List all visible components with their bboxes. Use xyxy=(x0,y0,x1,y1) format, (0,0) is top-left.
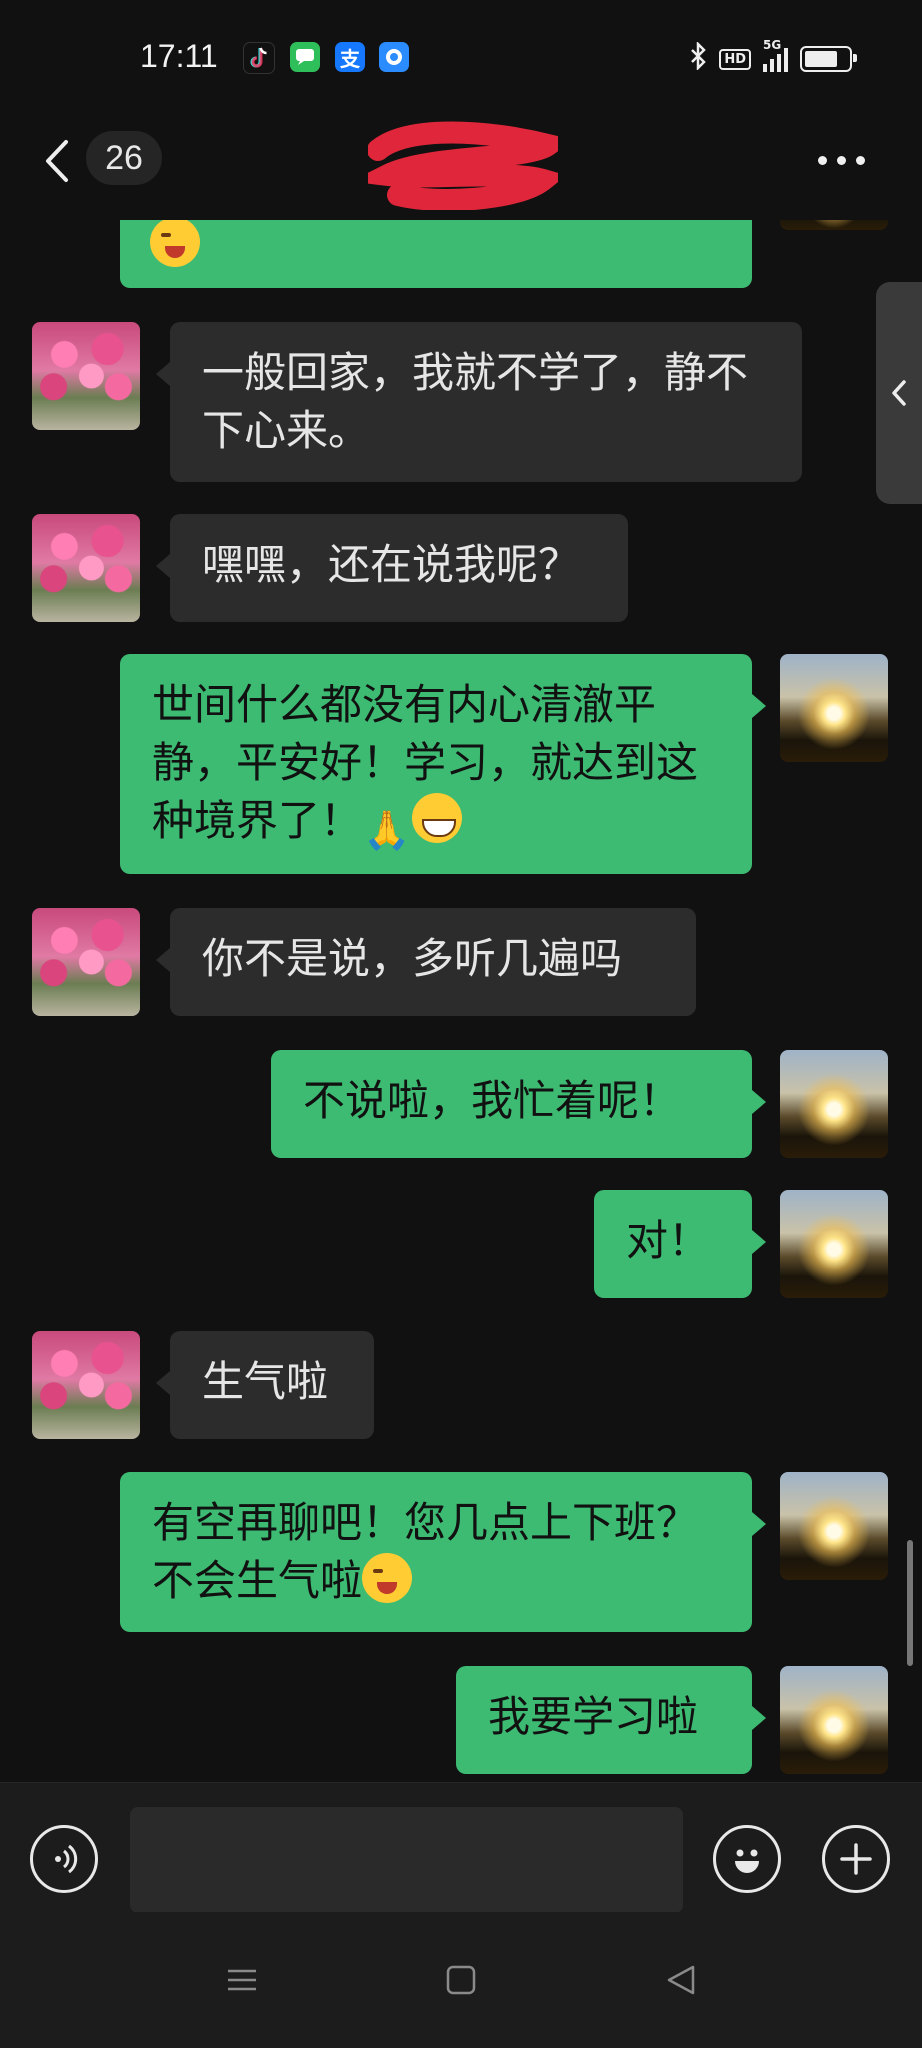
status-indicators: HD 5G xyxy=(689,38,857,76)
side-panel-handle[interactable] xyxy=(876,282,922,504)
message-bubble-incoming[interactable]: 生气啦 xyxy=(156,1331,374,1439)
contact-avatar[interactable] xyxy=(32,514,140,622)
message-bubble-outgoing[interactable]: 对！ xyxy=(594,1190,766,1298)
my-avatar[interactable] xyxy=(780,1190,888,1298)
message-text-input[interactable] xyxy=(130,1807,683,1913)
winking-emoji-icon xyxy=(362,1553,413,1603)
message-text: 你不是说，多听几遍吗 xyxy=(202,934,623,983)
message-bubble-outgoing[interactable] xyxy=(120,220,752,288)
alipay-icon: 支 xyxy=(335,42,365,72)
smiley-icon xyxy=(735,1849,759,1873)
battery-icon xyxy=(800,46,857,72)
browser-icon xyxy=(379,42,409,72)
status-time: 17:11 xyxy=(140,38,218,74)
message-bubble-incoming[interactable]: 一般回家，我就不学了，静不下心来。 xyxy=(156,322,802,482)
message-text: 对！ xyxy=(626,1216,711,1265)
message-text: 不说啦，我忙着呢！ xyxy=(303,1076,682,1125)
voice-icon xyxy=(55,1844,78,1874)
more-options-button[interactable] xyxy=(818,150,874,170)
message-bubble-outgoing[interactable]: 世间什么都没有内心清澈平静，平安好！学习，就达到这种境界了！🙏 xyxy=(120,654,766,874)
home-icon[interactable] xyxy=(443,1962,479,2002)
emoji-button[interactable] xyxy=(713,1825,781,1893)
message-bubble-incoming[interactable]: 嘿嘿，还在说我呢？ xyxy=(156,514,628,622)
chat-title-redacted xyxy=(350,120,574,211)
hd-badge: HD xyxy=(719,48,751,70)
chat-message-list[interactable]: 一般回家，我就不学了，静不下心来。 嘿嘿，还在说我呢？ 世间什么都没有内心清澈平… xyxy=(0,220,922,1782)
chevron-left-icon xyxy=(892,380,906,406)
plus-icon xyxy=(840,1843,872,1875)
messages-icon xyxy=(290,42,320,72)
network-label: 5G xyxy=(763,38,782,52)
praying-hands-emoji-icon: 🙏 xyxy=(363,808,411,852)
message-bubble-incoming[interactable]: 你不是说，多听几遍吗 xyxy=(156,908,696,1016)
my-avatar[interactable] xyxy=(780,1666,888,1774)
chat-scrollbar[interactable] xyxy=(907,1540,913,1666)
message-text: 一般回家，我就不学了，静不下心来。 xyxy=(202,348,749,455)
message-bubble-outgoing[interactable]: 有空再聊吧！您几点上下班？不会生气啦 xyxy=(120,1472,766,1632)
message-input-bar xyxy=(0,1782,922,1913)
winking-emoji-icon xyxy=(150,220,200,267)
menu-icon[interactable] xyxy=(224,1962,260,2002)
more-functions-button[interactable] xyxy=(822,1825,890,1893)
message-text: 我要学习啦 xyxy=(488,1692,699,1741)
message-text: 有空再聊吧！您几点上下班？不会生气啦 xyxy=(152,1498,699,1605)
voice-input-button[interactable] xyxy=(30,1825,98,1893)
contact-avatar[interactable] xyxy=(32,908,140,1016)
grinning-emoji-icon xyxy=(412,793,463,843)
contact-avatar[interactable] xyxy=(32,1331,140,1439)
my-avatar[interactable] xyxy=(780,1050,888,1158)
message-text: 生气啦 xyxy=(202,1357,329,1406)
message-bubble-outgoing[interactable]: 不说啦，我忙着呢！ xyxy=(271,1050,766,1158)
status-bar: 17:11 支 HD 5G xyxy=(0,0,922,110)
message-bubble-outgoing[interactable]: 我要学习啦 xyxy=(456,1666,766,1774)
my-avatar[interactable] xyxy=(780,1472,888,1580)
my-avatar[interactable] xyxy=(780,654,888,762)
tiktok-icon xyxy=(243,42,275,74)
bluetooth-icon xyxy=(689,40,707,76)
back-button[interactable] xyxy=(38,136,78,186)
message-text: 嘿嘿，还在说我呢？ xyxy=(202,540,581,589)
system-navigation-bar xyxy=(0,1912,922,2048)
signal-icon: 5G xyxy=(763,38,788,72)
contact-avatar[interactable] xyxy=(32,322,140,430)
back-triangle-icon[interactable] xyxy=(663,1962,699,2002)
my-avatar[interactable] xyxy=(780,220,888,230)
unread-count-badge[interactable]: 26 xyxy=(86,131,162,185)
